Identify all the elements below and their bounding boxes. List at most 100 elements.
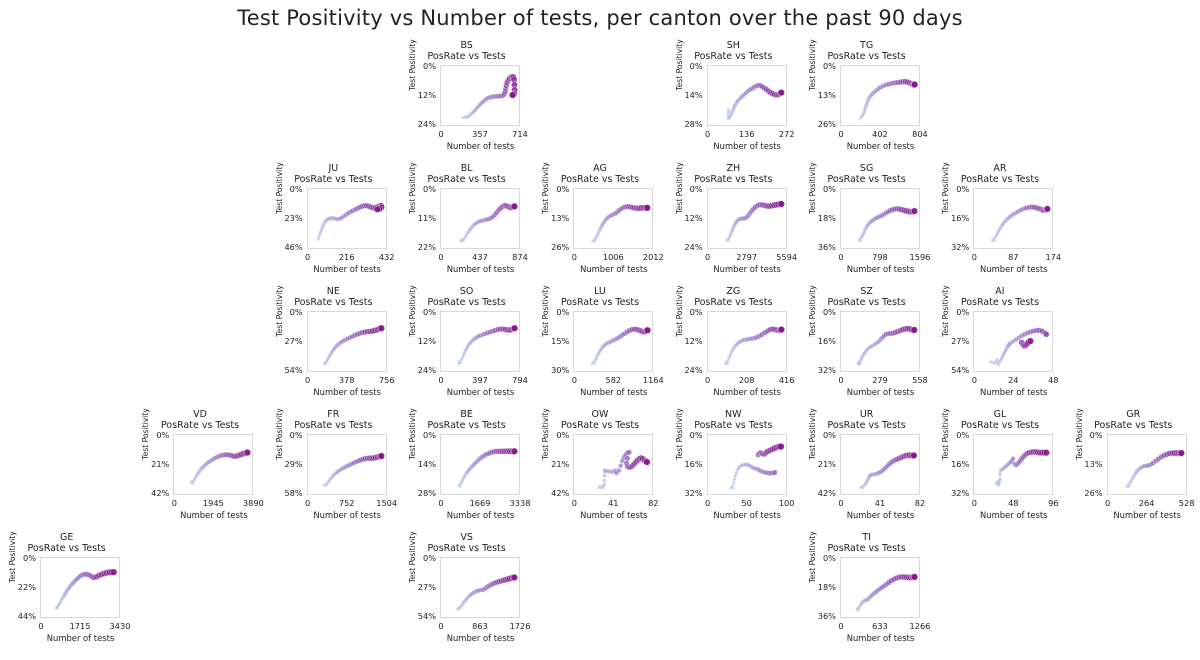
subplot-ne: NE PosRate vs Tests Test Positivity 54% 27% 0… (267, 285, 400, 409)
y-tick-label: 0% (289, 307, 303, 317)
x-tick-label: 378 (338, 375, 355, 385)
y-tick-label: 22% (17, 582, 36, 592)
x-tick-label: 264 (1138, 498, 1155, 508)
plot-area-bl (439, 188, 520, 249)
x-tick-label: 208 (738, 375, 755, 385)
x-tick-label: 3338 (509, 498, 531, 508)
x-tick-label: 633 (872, 621, 888, 631)
x-tick-label: 272 (778, 129, 795, 139)
x-tick-label: 357 (472, 129, 488, 139)
x-tick-label: 714 (512, 129, 528, 139)
subplot-sg: SG PosRate vs Tests Test Positivity 36% 18% 0… (800, 162, 933, 286)
y-tick-label: 0% (956, 430, 970, 440)
y-tick-label: 12% (684, 213, 703, 223)
subplot-ag: AG PosRate vs Tests Test Positivity 26% 13% 0… (533, 162, 666, 286)
x-tick-label: 558 (912, 375, 928, 385)
y-tick-label: 0% (822, 307, 836, 317)
y-tick-label: 16% (951, 459, 970, 469)
x-axis-label: Number of tests (846, 141, 915, 151)
y-tick-label: 0% (956, 184, 970, 194)
x-tick-label: 432 (378, 252, 395, 262)
x-tick-label: 3890 (242, 498, 264, 508)
subplot-gr: GR PosRate vs Tests Test Positivity 26% 13% 0… (1067, 408, 1200, 532)
y-tick-label: 11% (417, 213, 436, 223)
y-tick-label: 0% (289, 184, 303, 194)
y-tick-label: 16% (684, 459, 703, 469)
x-axis-label: Number of tests (713, 141, 781, 151)
subplot-grid: BS PosRate vs Tests Test Positivity 24% 12% 0… (0, 39, 1200, 660)
y-tick-label: 26% (551, 242, 570, 252)
y-tick-label: 18% (817, 582, 836, 592)
x-tick-label: 0 (971, 252, 977, 262)
y-tick-label: 13% (551, 213, 570, 223)
x-tick-label: 874 (512, 252, 528, 262)
x-axis-label: Number of tests (1113, 510, 1181, 520)
y-tick-label: 24% (684, 242, 703, 252)
y-tick-label: 32% (684, 488, 703, 498)
x-tick-label: 82 (914, 498, 926, 508)
subplot-bs: BS PosRate vs Tests Test Positivity 24% 12% 0… (400, 39, 533, 163)
x-tick-label: 582 (605, 375, 622, 385)
y-tick-label: 0% (822, 61, 836, 71)
x-tick-label: 0 (305, 252, 311, 262)
x-axis-label: Number of tests (713, 264, 781, 274)
x-axis-label: Number of tests (446, 387, 515, 397)
y-tick-label: 0% (422, 307, 436, 317)
y-tick-label: 26% (1084, 488, 1103, 498)
x-tick-label: 0 (838, 375, 844, 385)
y-tick-label: 21% (551, 459, 570, 469)
x-tick-label: 1596 (909, 252, 931, 262)
subplot-be: BE PosRate vs Tests Test Positivity 28% 14% 0… (400, 408, 533, 532)
y-tick-label: 21% (151, 459, 170, 469)
y-tick-label: 21% (817, 459, 836, 469)
plot-area-vd (173, 434, 254, 495)
x-tick-label: 0 (438, 621, 444, 631)
y-tick-label: 28% (417, 488, 436, 498)
subplot-zh: ZH PosRate vs Tests Test Positivity 24% 12% 0… (667, 162, 800, 286)
x-tick-label: 216 (338, 252, 355, 262)
y-tick-label: 24% (417, 119, 436, 129)
x-tick-label: 1504 (376, 498, 398, 508)
x-axis-label: Number of tests (446, 141, 515, 151)
y-tick-label: 12% (417, 90, 436, 100)
y-tick-label: 23% (284, 213, 303, 223)
x-axis-label: Number of tests (46, 633, 115, 643)
y-tick-label: 54% (284, 365, 303, 375)
x-tick-label: 0 (305, 375, 311, 385)
y-tick-label: 0% (289, 430, 303, 440)
y-tick-label: 0% (156, 430, 170, 440)
x-tick-label: 0 (438, 375, 444, 385)
subplot-ju: JU PosRate vs Tests Test Positivity 46% 23% 0… (267, 162, 400, 286)
x-tick-label: 0 (838, 129, 844, 139)
plot-area-ti (839, 557, 920, 618)
x-tick-label: 0 (1105, 498, 1111, 508)
y-tick-label: 27% (284, 336, 303, 346)
y-tick-label: 0% (689, 430, 703, 440)
x-axis-label: Number of tests (313, 387, 381, 397)
x-axis-label: Number of tests (446, 510, 515, 520)
x-tick-label: 96 (1048, 498, 1059, 508)
y-tick-label: 26% (817, 119, 836, 129)
y-tick-label: 32% (951, 242, 970, 252)
plot-area-zg (706, 311, 787, 372)
y-tick-label: 14% (417, 459, 436, 469)
subplot-title-ow: OW (591, 409, 609, 420)
x-tick-label: 0 (305, 498, 311, 508)
x-tick-label: 1164 (642, 375, 664, 385)
plot-area-gr (1106, 434, 1187, 495)
x-tick-label: 416 (778, 375, 795, 385)
y-tick-label: 0% (422, 553, 436, 563)
x-tick-label: 0 (38, 621, 44, 631)
y-tick-label: 16% (817, 336, 836, 346)
y-tick-label: 13% (817, 90, 836, 100)
subplot-title-vd: VD (193, 409, 207, 420)
y-tick-label: 42% (817, 488, 836, 498)
subplot-ar: AR PosRate vs Tests Test Positivity 32% 16% 0… (933, 162, 1066, 286)
x-tick-label: 0 (838, 498, 844, 508)
plot-area-ne (306, 311, 387, 372)
plot-area-nw (706, 434, 787, 495)
y-tick-label: 16% (951, 213, 970, 223)
x-axis-label: Number of tests (713, 387, 781, 397)
x-tick-label: 1266 (909, 621, 931, 631)
y-tick-label: 12% (684, 336, 703, 346)
